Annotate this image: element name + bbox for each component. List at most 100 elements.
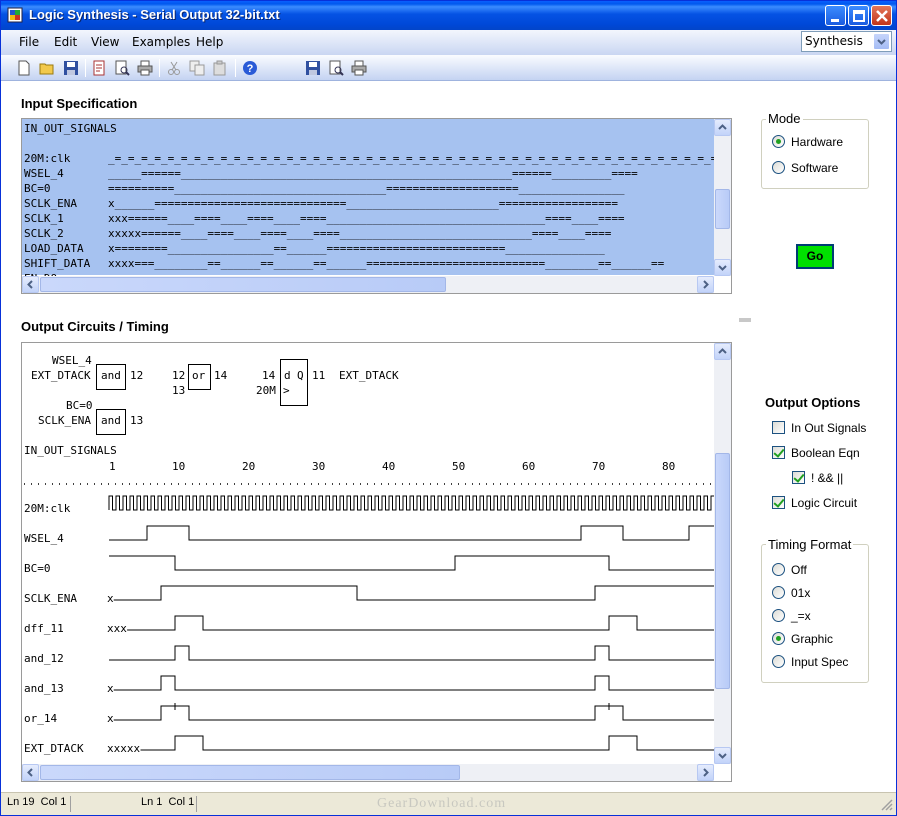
ruler-label: 70 (592, 460, 605, 473)
signal-name: 20M:clk (24, 502, 71, 515)
logic-circuit-label[interactable]: Logic Circuit (791, 496, 857, 510)
timing-graphic-label[interactable]: Graphic (791, 632, 833, 646)
preview-output-icon[interactable] (328, 60, 344, 76)
new-file-icon[interactable] (16, 60, 32, 76)
status-right-position: Ln 1 Col 1 (141, 796, 197, 812)
and1-input-2: EXT_DTACK (31, 369, 91, 382)
scroll-up-button[interactable] (714, 343, 731, 360)
print-preview-icon[interactable] (114, 60, 130, 76)
menu-edit[interactable]: Edit (54, 35, 77, 49)
in-out-signals-checkbox[interactable] (772, 421, 785, 434)
timing-input-spec-radio[interactable] (772, 655, 785, 668)
help-icon[interactable]: ? (242, 60, 258, 76)
signal-unknown-prefix: x (107, 712, 114, 725)
save-icon[interactable] (63, 60, 79, 76)
scroll-right-button[interactable] (697, 764, 714, 781)
input-spec-editor[interactable]: IN_OUT_SIGNALS 20M:clk _=_=_=_=_=_=_=_=_=_… (21, 118, 732, 294)
in-out-signals-label[interactable]: In Out Signals (791, 421, 866, 435)
timing-01x-label[interactable]: 01x (791, 586, 810, 600)
scroll-thumb[interactable] (40, 765, 460, 780)
close-button[interactable] (871, 5, 892, 26)
chevron-right-icon (703, 768, 709, 777)
spec-waveform: x______=============================____… (108, 197, 618, 210)
spec-line[interactable]: SCLK_ENA x______=========================… (24, 196, 618, 211)
spec-waveform: ==========______________________________… (108, 182, 625, 195)
signal-unknown-prefix: xxx (107, 622, 127, 635)
spec-line[interactable] (24, 136, 108, 151)
maximize-button[interactable] (848, 5, 869, 26)
output-panel[interactable]: WSEL_4 EXT_DTACK and 12 12 13 or 14 14 2… (21, 342, 732, 782)
scroll-thumb[interactable] (715, 189, 730, 229)
spec-signal-name: SCLK_ENA (24, 197, 77, 210)
signal-unknown-prefix: x (107, 682, 114, 695)
spec-line[interactable]: BC=0 ==========__________________________… (24, 181, 625, 196)
menu-help[interactable]: Help (196, 35, 223, 49)
mode-hardware-radio[interactable] (772, 135, 785, 148)
input-spec-text[interactable]: IN_OUT_SIGNALS 20M:clk _=_=_=_=_=_=_=_=_=_… (22, 119, 731, 285)
timing-01x-radio[interactable] (772, 586, 785, 599)
go-button[interactable]: Go (796, 244, 834, 269)
spec-line[interactable]: 20M:clk _=_=_=_=_=_=_=_=_=_=_=_=_=_=_=_=_… (24, 151, 731, 166)
spec-line[interactable]: IN_OUT_SIGNALS (24, 121, 117, 136)
operators-label[interactable]: ! && || (811, 471, 843, 485)
or-label: or (192, 369, 206, 382)
chevron-right-icon (703, 280, 709, 289)
scroll-left-button[interactable] (22, 276, 39, 293)
timing-underscore-label[interactable]: _=x (791, 609, 811, 623)
and2-input-2: SCLK_ENA (38, 414, 91, 427)
spec-line[interactable]: SCLK_2 xxxxx======____====____====____===… (24, 226, 611, 241)
output-horizontal-scrollbar[interactable] (22, 764, 714, 781)
paste-icon[interactable] (212, 60, 228, 76)
copy-icon[interactable] (189, 60, 205, 76)
scroll-thumb[interactable] (715, 453, 730, 689)
boolean-eqn-label[interactable]: Boolean Eqn (791, 446, 860, 460)
scroll-left-button[interactable] (22, 764, 39, 781)
mode-dropdown[interactable]: Synthesis (801, 31, 892, 52)
menu-file[interactable]: File (19, 35, 39, 49)
toolbar: ? (1, 55, 896, 81)
mode-hardware-label[interactable]: Hardware (791, 135, 843, 149)
spec-line[interactable]: WSEL_4 _____======_______________________… (24, 166, 638, 181)
scroll-right-button[interactable] (697, 276, 714, 293)
open-folder-icon[interactable] (39, 60, 55, 76)
logic-circuit-checkbox[interactable] (772, 496, 785, 509)
spec-waveform: x========________________==______=======… (108, 242, 605, 255)
minimize-button[interactable] (825, 5, 846, 26)
boolean-eqn-checkbox[interactable] (772, 446, 785, 459)
minimize-icon (831, 19, 839, 22)
operators-checkbox[interactable] (792, 471, 805, 484)
timing-graphic-radio[interactable] (772, 632, 785, 645)
print-output-icon[interactable] (351, 60, 367, 76)
properties-icon[interactable] (91, 60, 107, 76)
menu-view[interactable]: View (91, 35, 119, 49)
scroll-up-button[interactable] (714, 119, 731, 136)
ff-d-label: d (284, 369, 291, 382)
and1-output: 12 (130, 369, 144, 382)
ff-clock-mark: > (283, 384, 290, 397)
input-horizontal-scrollbar[interactable] (22, 276, 714, 293)
title-bar[interactable]: Logic Synthesis - Serial Output 32-bit.t… (1, 1, 896, 30)
timing-underscore-radio[interactable] (772, 609, 785, 622)
scroll-thumb[interactable] (40, 277, 446, 292)
mode-software-label[interactable]: Software (791, 161, 838, 175)
spec-line[interactable]: LOAD_DATA x========________________==____… (24, 241, 605, 256)
resize-grip-icon[interactable] (880, 798, 893, 811)
output-vertical-scrollbar[interactable] (714, 343, 731, 764)
mode-software-radio[interactable] (772, 161, 785, 174)
timing-off-label[interactable]: Off (791, 563, 807, 577)
input-vertical-scrollbar[interactable] (714, 119, 731, 276)
ruler-label: 10 (172, 460, 185, 473)
spec-line[interactable]: SHIFT_DATA xxxx===________==______==_____… (24, 256, 664, 271)
scroll-down-button[interactable] (714, 259, 731, 276)
timing-off-radio[interactable] (772, 563, 785, 576)
timing-input-spec-label[interactable]: Input Spec (791, 655, 848, 669)
scroll-down-button[interactable] (714, 747, 731, 764)
chevron-down-icon[interactable] (873, 33, 890, 50)
menu-examples[interactable]: Examples (132, 35, 190, 49)
save-output-icon[interactable] (305, 60, 321, 76)
spec-line[interactable]: SCLK_1 xxx======____====____====____====_… (24, 211, 625, 226)
cut-icon[interactable] (166, 60, 182, 76)
app-icon (7, 7, 23, 23)
splitter-handle[interactable] (739, 318, 751, 322)
print-icon[interactable] (137, 60, 153, 76)
